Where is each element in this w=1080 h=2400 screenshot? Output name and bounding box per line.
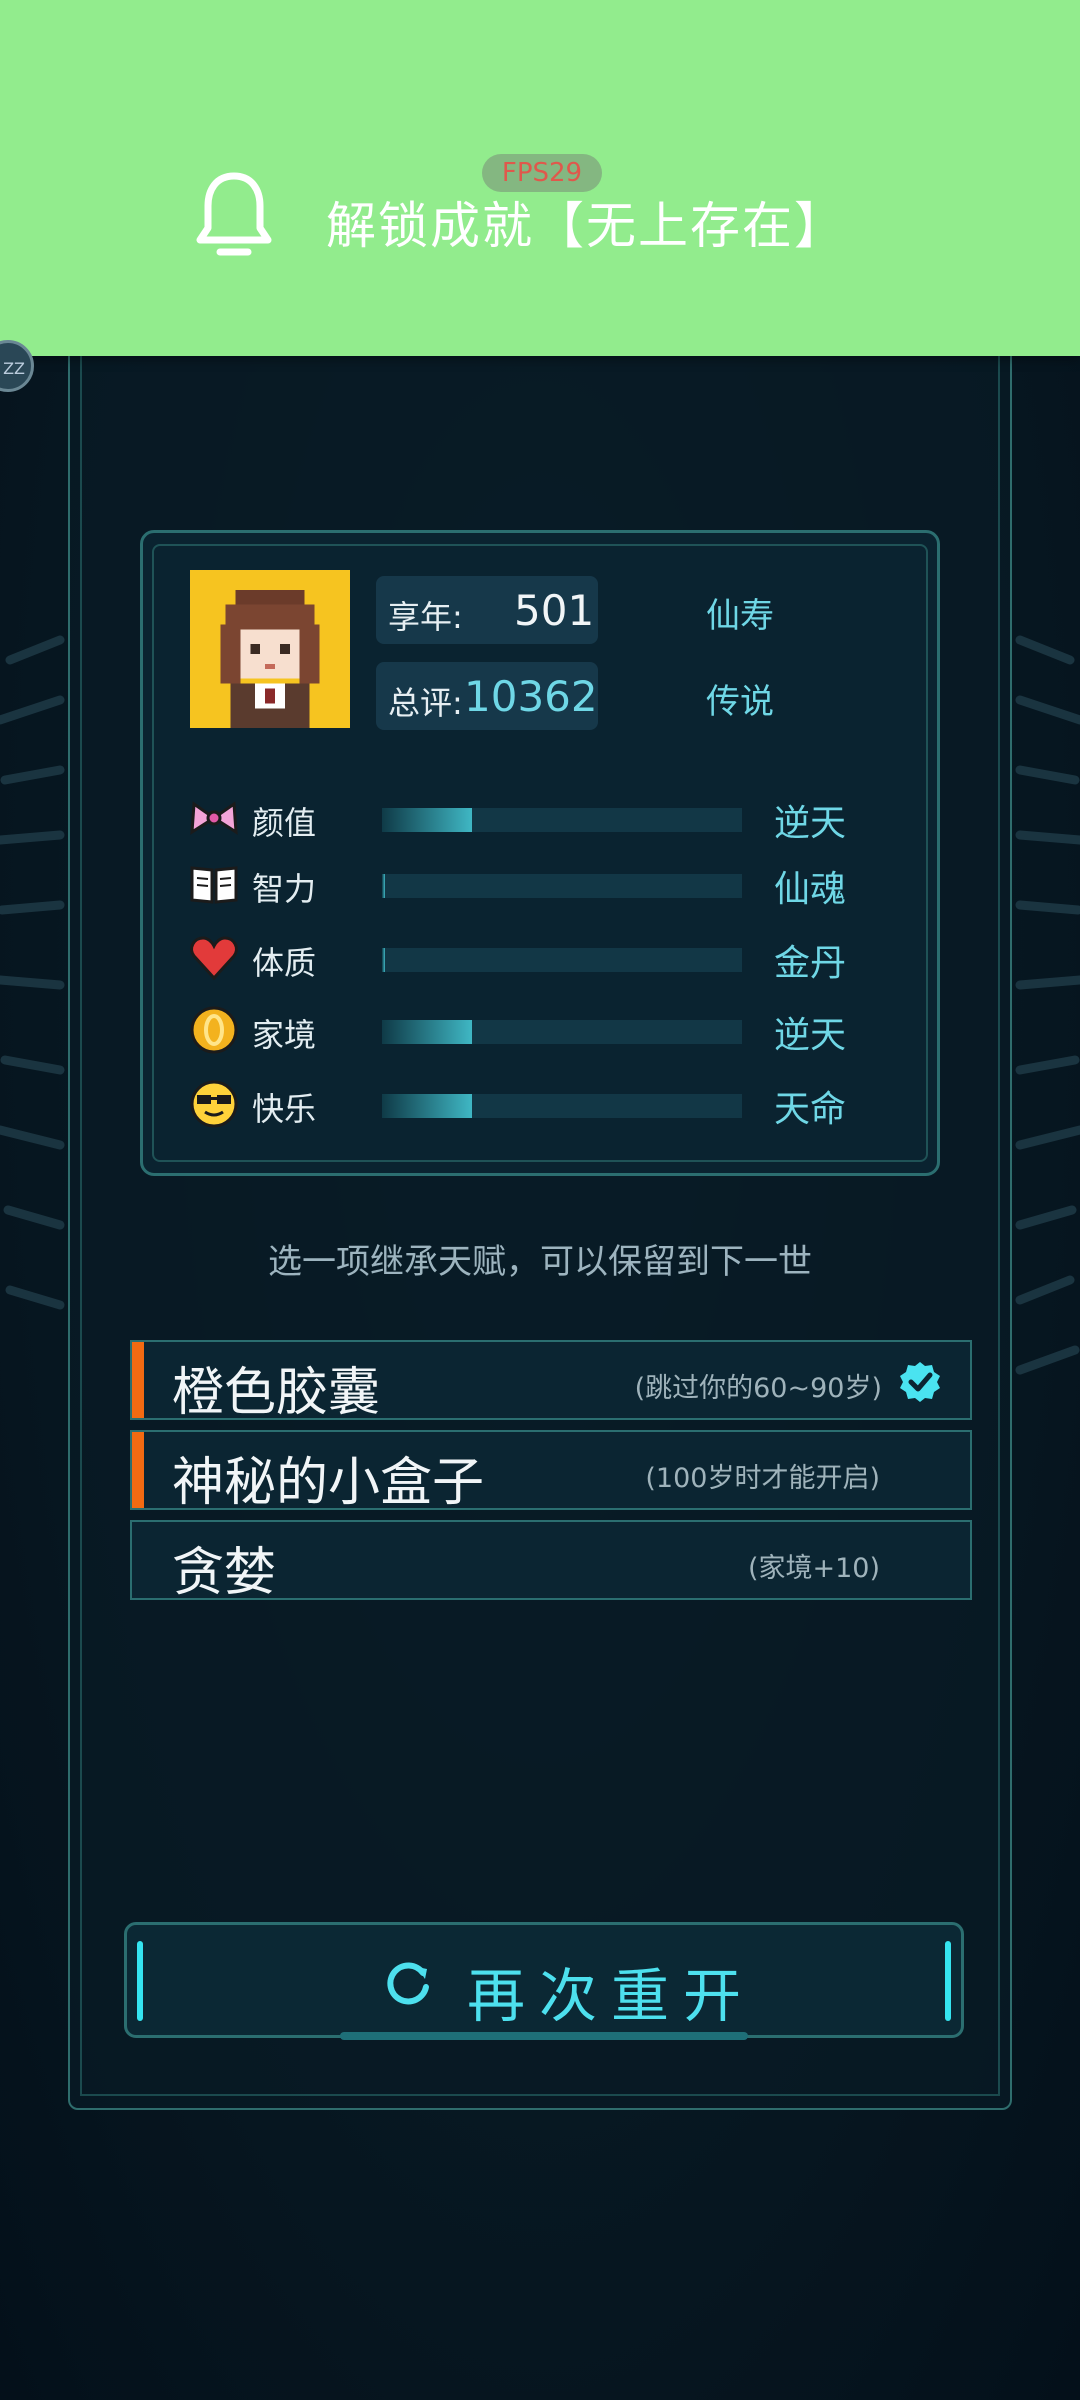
button-edge-left (137, 1941, 143, 2021)
attribute-bar (382, 948, 742, 972)
attribute-name: 智力 (252, 870, 317, 908)
age-value: 501 (514, 586, 595, 635)
attribute-bar-fill (382, 1094, 472, 1118)
talent-desc: (跳过你的60~90岁) (634, 1373, 882, 1404)
attribute-row-intelligence: 智力 仙魂 (188, 852, 888, 912)
talent-desc: (100岁时才能开启) (645, 1463, 880, 1494)
attribute-level: 逆天 (774, 803, 847, 844)
cool-face-icon (190, 1080, 238, 1128)
attribute-level: 逆天 (774, 1015, 847, 1056)
heart-icon (190, 936, 238, 981)
attribute-bar (382, 808, 742, 832)
bell-icon (196, 172, 272, 256)
attribute-name: 体质 (252, 944, 317, 982)
talent-desc: (家境+10) (747, 1553, 880, 1584)
coin-icon (190, 1006, 238, 1054)
age-label: 享年: (388, 598, 463, 636)
check-circle-icon (900, 1362, 940, 1402)
notification-title: 解锁成就【无上存在】 (326, 197, 846, 255)
attribute-bar (382, 1020, 742, 1044)
talent-title: 橙色胶囊 (172, 1363, 381, 1423)
attribute-level: 天命 (774, 1089, 847, 1130)
attribute-bar-fill (382, 1020, 472, 1044)
restart-button[interactable]: 再次重开 (124, 1922, 964, 2038)
age-pill: 享年: 501 (376, 576, 598, 644)
score-label: 总评: (388, 684, 463, 722)
button-edge-right (945, 1941, 951, 2021)
attribute-row-family: 家境 逆天 (188, 998, 888, 1058)
talent-option[interactable]: 橙色胶囊 (跳过你的60~90岁) (130, 1340, 972, 1423)
attribute-row-appearance: 颜值 逆天 (188, 786, 888, 846)
attribute-bar (382, 1094, 742, 1118)
refresh-icon (387, 1962, 429, 2005)
attribute-name: 颜值 (252, 804, 317, 842)
restart-label: 再次重开 (467, 1962, 756, 2030)
selected-marker (132, 1342, 144, 1418)
score-pill: 总评: 10362 (376, 662, 598, 730)
inherit-hint: 选一项继承天赋，可以保留到下一世 (268, 1242, 812, 1282)
attribute-name: 家境 (252, 1016, 317, 1054)
attribute-bar (382, 874, 742, 898)
talent-option[interactable]: 贪婪 (家境+10) (130, 1520, 972, 1603)
pixel-avatar (190, 570, 350, 728)
talent-title: 贪婪 (172, 1543, 277, 1603)
attribute-level: 金丹 (774, 943, 847, 984)
fps-badge: FPS29 (482, 154, 602, 192)
talent-title: 神秘的小盒子 (172, 1453, 485, 1513)
score-value: 10362 (464, 672, 598, 721)
bow-icon (190, 801, 238, 835)
score-grade: 传说 (706, 682, 774, 722)
attribute-bar-fill (382, 948, 385, 972)
attribute-bar-fill (382, 808, 472, 832)
button-underline (340, 2032, 748, 2040)
attribute-row-happiness: 快乐 天命 (188, 1072, 888, 1132)
selected-marker (132, 1432, 144, 1508)
talent-option[interactable]: 神秘的小盒子 (100岁时才能开启) (130, 1430, 972, 1513)
attribute-name: 快乐 (252, 1090, 317, 1128)
attribute-bar-fill (382, 874, 385, 898)
attribute-row-constitution: 体质 金丹 (188, 926, 888, 986)
book-icon (190, 866, 238, 904)
attribute-level: 仙魂 (774, 869, 847, 910)
age-grade: 仙寿 (706, 596, 774, 636)
